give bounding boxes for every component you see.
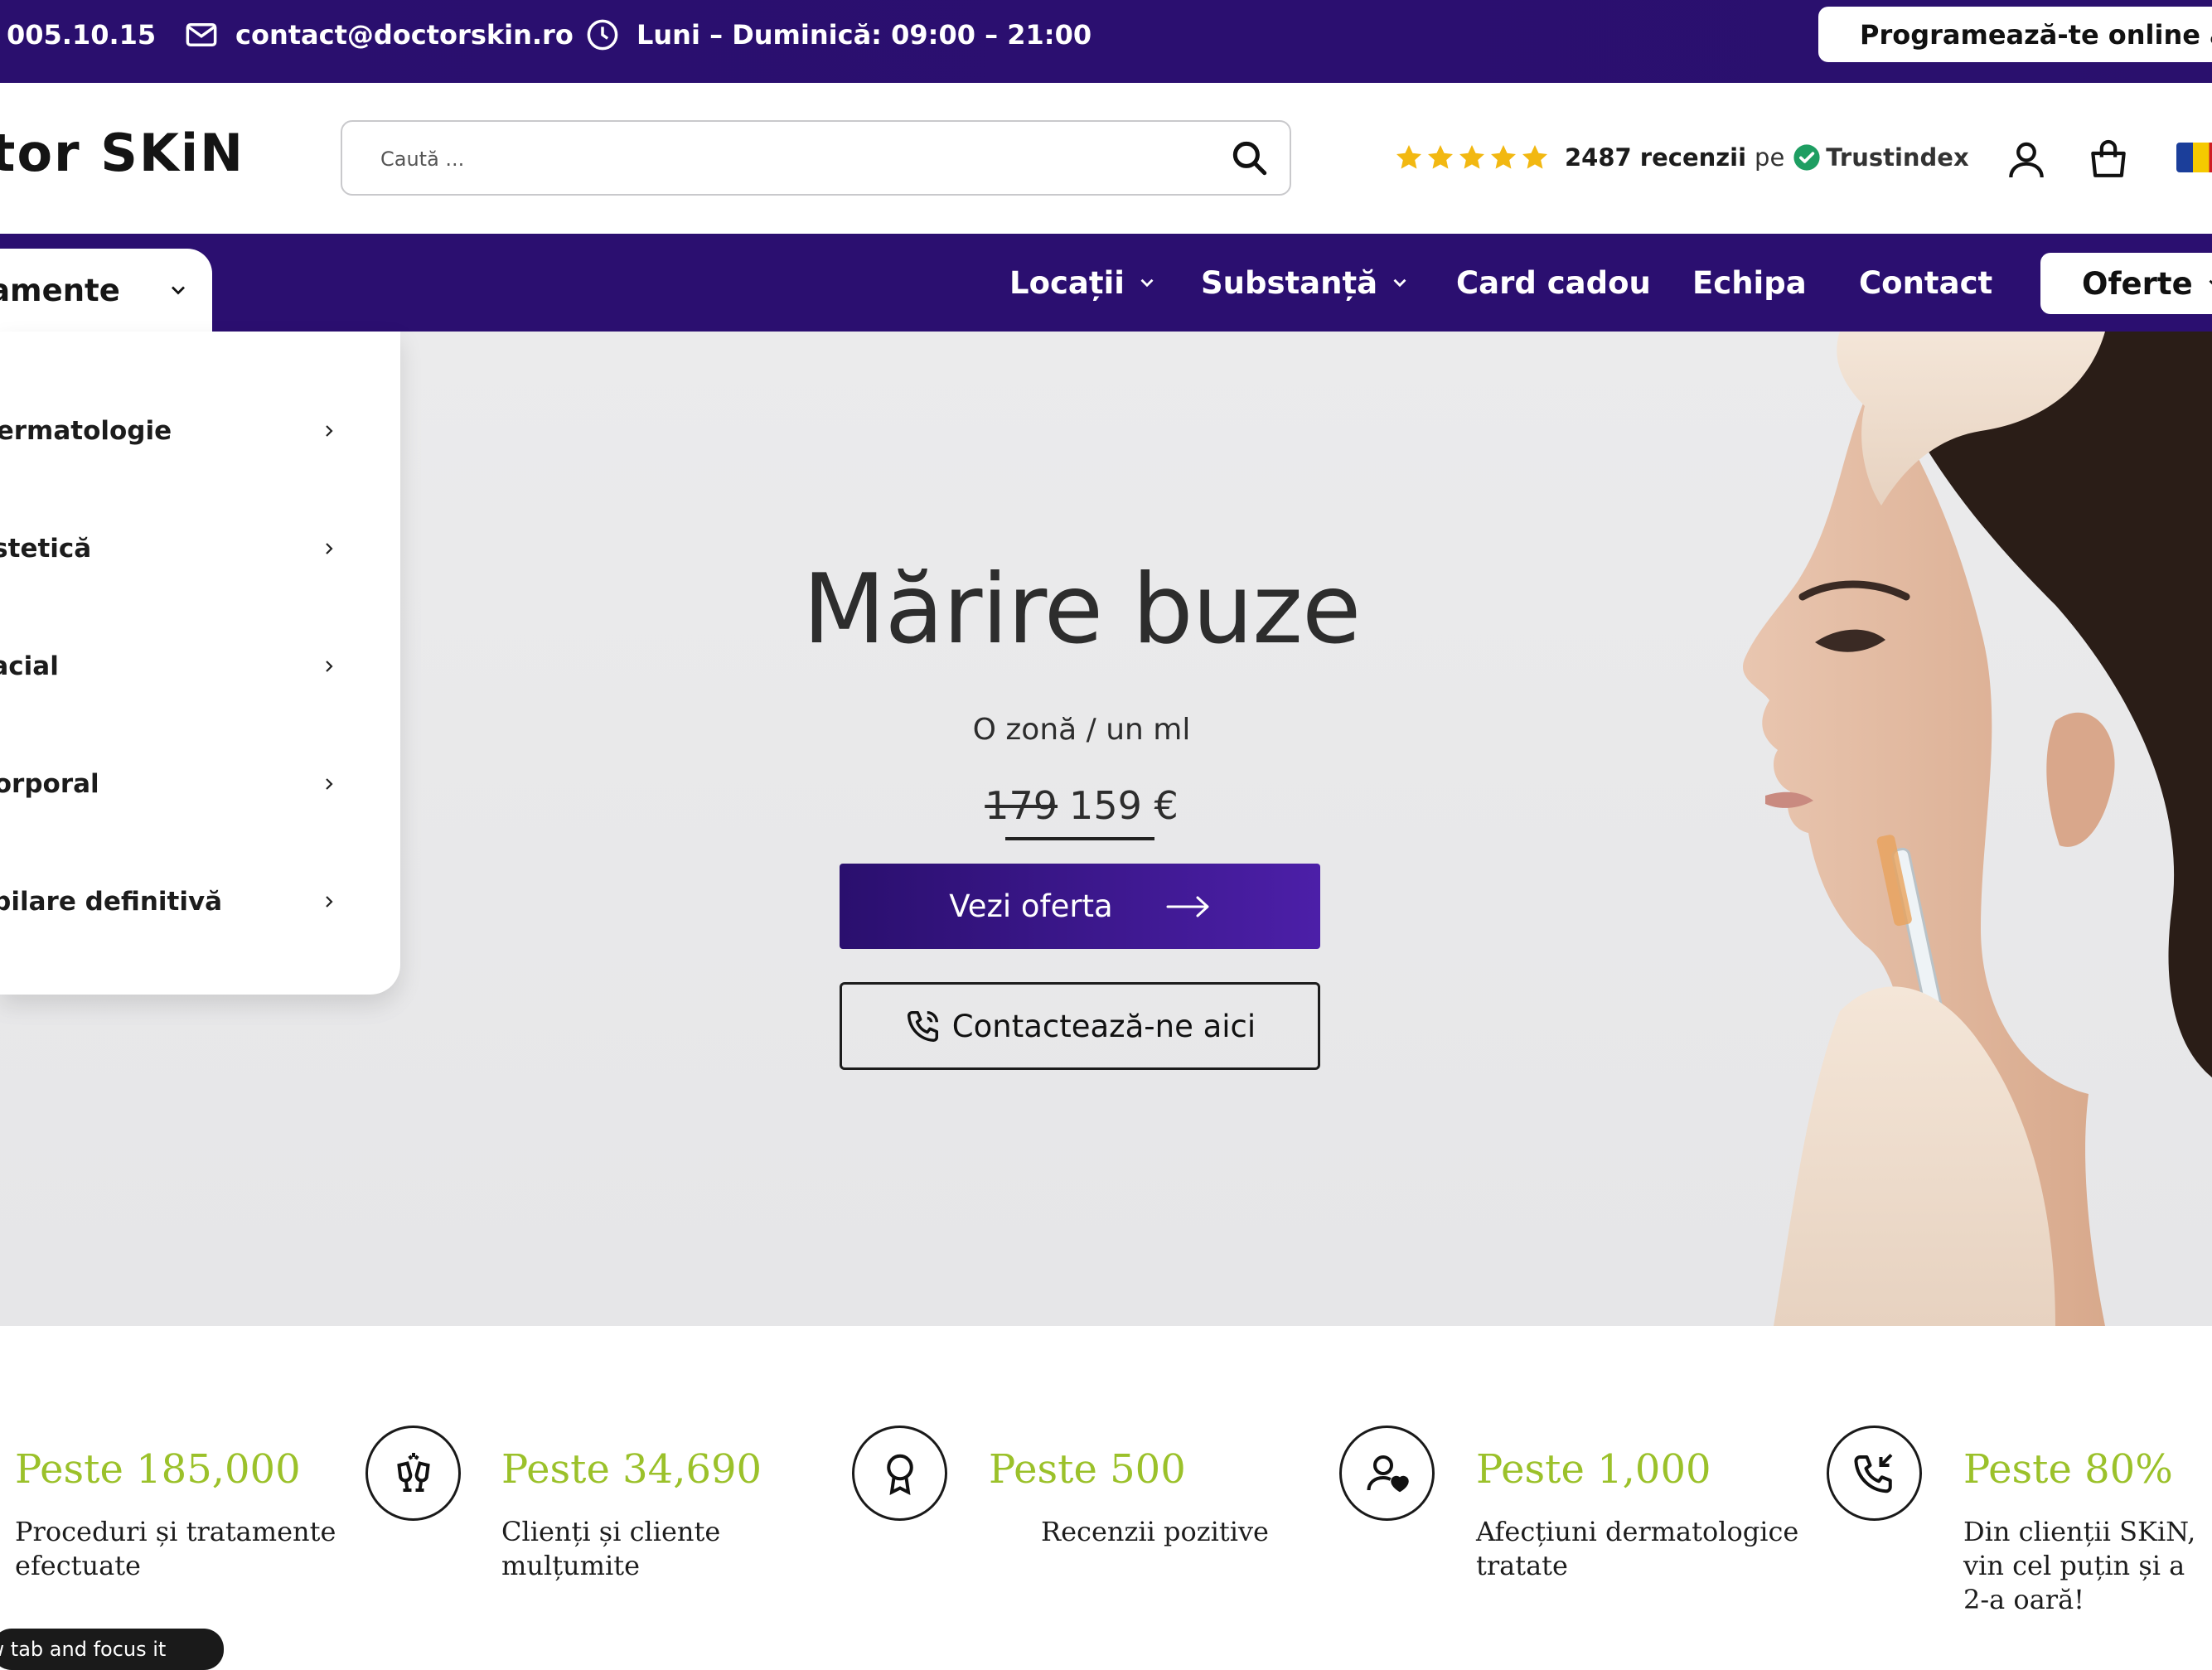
star-icon: [1491, 145, 1516, 169]
dropdown-item-dermatologie[interactable]: Dermatologie: [0, 398, 400, 464]
trustindex-rating[interactable]: 2487 recenzii pe Trustindex: [1394, 137, 1969, 178]
stat-description: Recenzii pozitive: [1041, 1516, 1269, 1547]
chevron-down-icon: [1393, 278, 1406, 288]
rating-count: 2487 recenzii: [1565, 143, 1747, 172]
top-bar: 005.10.15 contact@doctorskin.ro Luni – D…: [0, 0, 2212, 83]
stat-icon-circle: [852, 1426, 947, 1521]
stat-number: Peste 1,000: [1476, 1446, 1711, 1493]
hero-price: 179 159 €: [663, 783, 1500, 828]
nav-locations[interactable]: Locații: [1009, 234, 1158, 332]
nav-team[interactable]: Echipa: [1692, 234, 1807, 332]
nav-offers-label: Oferte: [2082, 265, 2193, 302]
stat-icon-circle: [365, 1426, 461, 1521]
shopping-bag-icon[interactable]: [2085, 136, 2132, 182]
topbar-email-text: contact@doctorskin.ro: [235, 19, 574, 51]
dropdown-item-label: Facial: [0, 651, 59, 681]
stat-description: Proceduri și tratamente efectuate: [15, 1516, 336, 1581]
stat-number: Peste 500: [989, 1446, 1186, 1493]
nav-team-label: Echipa: [1692, 264, 1807, 301]
award-ribbon-icon: [886, 1454, 913, 1495]
nav-substance-label: Substanță: [1201, 264, 1378, 301]
topbar-hours-text: Luni – Duminică: 09:00 – 21:00: [636, 19, 1092, 51]
nav-locations-label: Locații: [1009, 264, 1125, 301]
phone-call-icon: [907, 1010, 938, 1042]
topbar-hours: Luni – Duminică: 09:00 – 21:00: [585, 0, 1091, 70]
nav-treatments[interactable]: Tratamente: [0, 249, 212, 332]
toast-text: Open in a new tab and focus it: [0, 1638, 167, 1661]
book-online-button[interactable]: Programează-te online aici: [1818, 7, 2212, 62]
logo-text: Doctor SKiN: [0, 123, 245, 183]
chevron-down-icon: [2209, 279, 2212, 285]
dropdown-item-epilare[interactable]: Epilare definitivă: [0, 869, 400, 935]
browser-status-toast: Open in a new tab and focus it: [0, 1629, 224, 1670]
contact-us-label: Contactează-ne aici: [951, 1008, 1256, 1044]
treatments-dropdown: Dermatologie Estetică Facial Corporal Ep…: [0, 332, 400, 995]
stat-number: Peste 80%: [1963, 1446, 2173, 1493]
nav-substance[interactable]: Substanță: [1201, 234, 1411, 332]
rating-provider: Trustindex: [1826, 143, 1969, 172]
new-price: 159 €: [1069, 783, 1179, 828]
chevron-right-icon: [326, 543, 333, 554]
price-underline: [1005, 837, 1154, 840]
rating-stars: [1394, 143, 1551, 172]
chevron-down-icon: [1140, 278, 1154, 288]
star-icon: [1428, 145, 1453, 169]
star-icon: [1522, 145, 1547, 169]
dropdown-item-label: Dermatologie: [0, 416, 172, 446]
topbar-phone[interactable]: 005.10.15: [7, 0, 156, 70]
topbar-email[interactable]: contact@doctorskin.ro: [184, 0, 574, 70]
book-online-label: Programează-te online aici: [1860, 18, 2212, 51]
dropdown-item-corporal[interactable]: Corporal: [0, 751, 400, 817]
dropdown-item-facial[interactable]: Facial: [0, 633, 400, 699]
hero-subtitle: O zonă / un ml: [972, 713, 1191, 747]
arrow-right-icon: [1166, 896, 1209, 917]
stat-icon-circle: [1339, 1426, 1435, 1521]
nav-gift-card[interactable]: Card cadou: [1456, 234, 1651, 332]
stat-description: Din clienții SKiN, vin cel puțin și a 2-…: [1963, 1516, 2196, 1615]
view-offer-button[interactable]: Vezi oferta: [840, 864, 1320, 949]
nav-contact[interactable]: Contact: [1859, 234, 1992, 332]
dropdown-item-label: Epilare definitivă: [0, 887, 223, 917]
contact-us-button[interactable]: Contactează-ne aici: [840, 982, 1320, 1070]
dropdown-item-label: Estetică: [0, 534, 92, 564]
star-icon: [1396, 145, 1421, 169]
rating-on-text: pe: [1755, 143, 1785, 172]
chevron-right-icon: [326, 661, 333, 672]
stat-description: Afecțiuni dermatologice tratate: [1476, 1516, 1799, 1581]
old-price: 179: [985, 783, 1058, 828]
dropdown-item-label: Corporal: [0, 769, 99, 799]
chevron-right-icon: [326, 896, 333, 908]
search-icon[interactable]: [1228, 137, 1270, 178]
nav-treatments-label: Tratamente: [0, 272, 120, 308]
topbar-phone-text: 005.10.15: [7, 19, 157, 51]
nav-contact-label: Contact: [1859, 264, 1993, 301]
phone-incoming-icon: [1854, 1453, 1892, 1493]
trustindex-check-icon: [1793, 144, 1820, 171]
hero-title: Mărire buze: [802, 554, 1362, 666]
champagne-toast-icon: [396, 1452, 430, 1492]
search-input[interactable]: [379, 138, 1128, 180]
dropdown-item-estetica[interactable]: Estetică: [0, 516, 400, 582]
hero-image: [1742, 332, 2212, 1326]
nav-offers-button[interactable]: Oferte: [2040, 253, 2212, 314]
clock-icon: [587, 19, 618, 51]
nav-gift-card-label: Card cadou: [1456, 264, 1651, 301]
stat-icon-circle: [1827, 1426, 1922, 1521]
star-icon: [1459, 145, 1484, 169]
chevron-down-icon: [172, 286, 185, 295]
site-logo[interactable]: Doctor SKiN: [0, 116, 265, 191]
user-account-icon[interactable]: [2003, 137, 2050, 183]
search-box: [341, 120, 1291, 196]
chevron-right-icon: [326, 778, 333, 790]
stat-description: Clienți și cliente mulțumite: [501, 1516, 721, 1581]
chevron-right-icon: [326, 425, 333, 437]
mail-icon: [186, 23, 217, 46]
stat-number: Peste 34,690: [501, 1446, 762, 1493]
romanian-flag-icon[interactable]: [2176, 143, 2212, 172]
user-heart-icon: [1367, 1455, 1409, 1492]
view-offer-label: Vezi oferta: [949, 888, 1113, 924]
stat-number: Peste 185,000: [15, 1446, 301, 1493]
